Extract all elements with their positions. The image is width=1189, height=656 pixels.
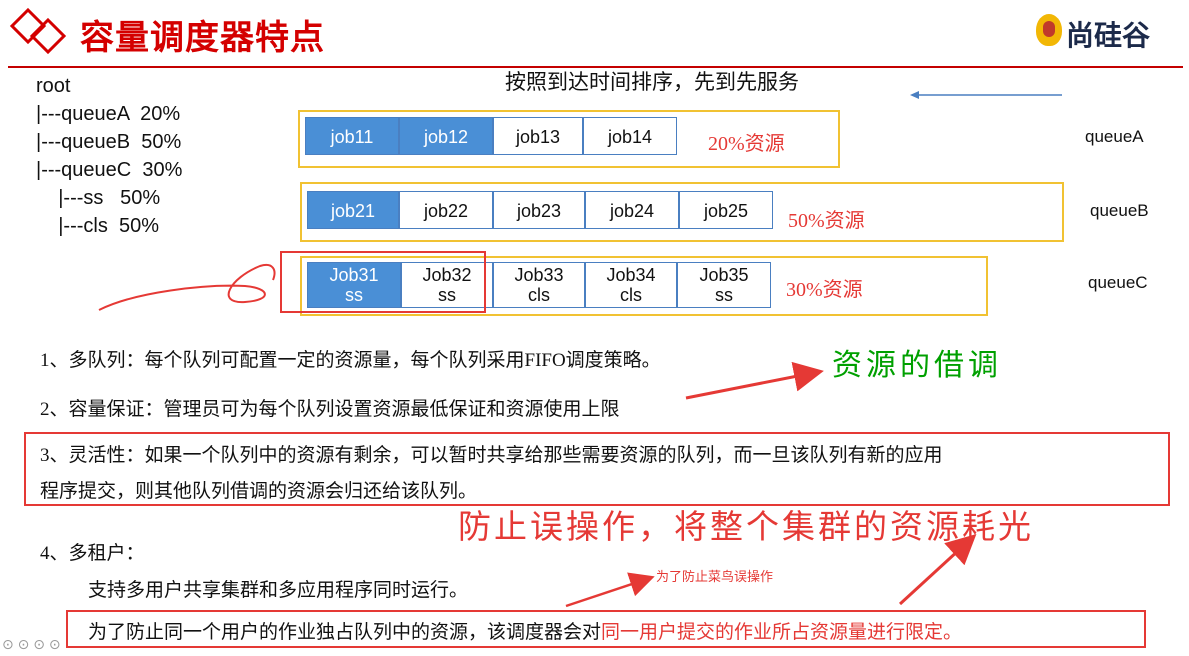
next-icon[interactable]: ⊙ (18, 636, 30, 652)
arrow-to-newbie-icon (565, 572, 655, 608)
arrow-to-prevent-icon (898, 533, 977, 606)
arrow-to-borrow-icon (685, 361, 824, 400)
menu-icon[interactable]: ⊙ (49, 636, 61, 652)
annotation-arrows (565, 361, 977, 608)
pen-icon[interactable]: ⊙ (33, 636, 45, 652)
footer-controls: ⊙ ⊙ ⊙ ⊙ (2, 636, 61, 653)
prev-icon[interactable]: ⊙ (2, 636, 14, 652)
